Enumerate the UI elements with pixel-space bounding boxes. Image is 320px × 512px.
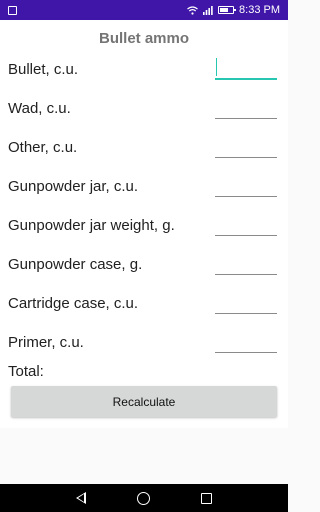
gunpowder-jar-input[interactable] xyxy=(215,175,277,197)
navigation-bar xyxy=(0,484,288,512)
wad-input[interactable] xyxy=(215,97,277,119)
recalculate-button[interactable]: Recalculate xyxy=(11,386,277,417)
wad-label: Wad, c.u. xyxy=(8,100,71,117)
cartridge-case-input[interactable] xyxy=(215,292,277,314)
other-input[interactable] xyxy=(215,136,277,158)
gunpowder-jar-label: Gunpowder jar, c.u. xyxy=(8,178,139,195)
screen-title: Bullet ammo xyxy=(98,30,189,47)
cartridge-case-label: Cartridge case, c.u. xyxy=(8,295,139,312)
main-content: Bullet ammo Bullet, c.u. Wad, c.u. Other… xyxy=(0,20,288,428)
text-caret xyxy=(216,58,217,76)
primer-input[interactable] xyxy=(215,331,277,353)
battery-icon xyxy=(218,6,237,14)
signal-icon xyxy=(203,5,213,15)
back-icon[interactable] xyxy=(75,492,86,504)
status-time: 8:33 PM xyxy=(239,4,280,16)
gunpowder-case-label: Gunpowder case, g. xyxy=(8,256,143,273)
recents-icon[interactable] xyxy=(201,492,213,504)
gunpowder-jar-weight-input[interactable] xyxy=(215,214,277,236)
status-bar: 8:33 PM xyxy=(0,0,288,20)
primer-label: Primer, c.u. xyxy=(8,334,84,351)
bullet-label: Bullet, c.u. xyxy=(8,61,79,78)
wifi-icon xyxy=(187,5,198,15)
home-icon[interactable] xyxy=(136,491,150,505)
bullet-input[interactable] xyxy=(215,58,277,80)
gunpowder-jar-weight-label: Gunpowder jar weight, g. xyxy=(8,217,175,234)
gunpowder-case-input[interactable] xyxy=(215,253,277,275)
notification-square-icon xyxy=(8,5,17,15)
other-label: Other, c.u. xyxy=(8,139,78,156)
total-label: Total: xyxy=(8,363,44,380)
